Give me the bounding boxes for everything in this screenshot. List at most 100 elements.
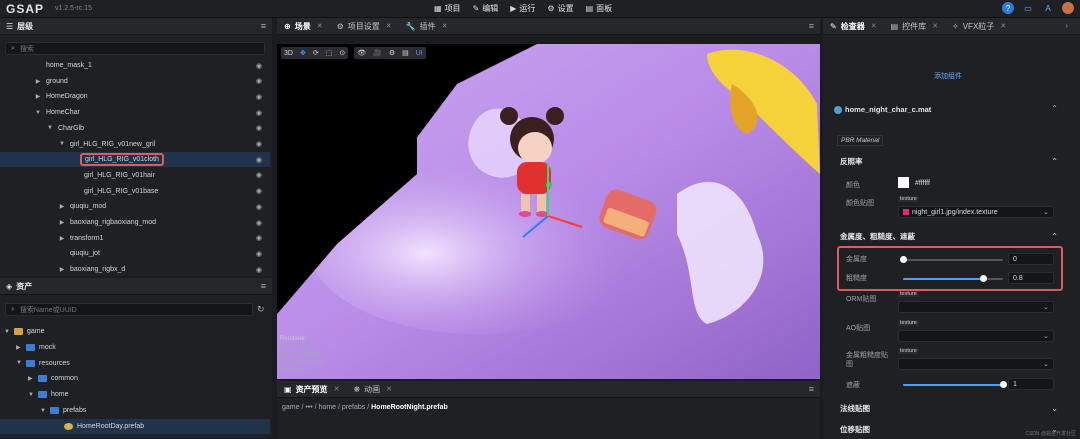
close-icon[interactable]: ✕ — [1000, 22, 1006, 30]
expand-arrow-icon[interactable]: ▼ — [46, 125, 54, 131]
crumb-ellipsis[interactable]: ••• — [305, 404, 312, 411]
rotate-tool-icon[interactable]: ⟳ — [313, 49, 319, 57]
expand-arrow-icon[interactable]: ▼ — [58, 141, 66, 147]
eye-icon[interactable]: ◉ — [256, 219, 262, 227]
section-normal-map[interactable]: 法线贴图 ⌄ — [823, 400, 1080, 417]
toggle-3d-button[interactable]: 3D — [284, 50, 293, 57]
hierarchy-row[interactable]: ▶ baoxiang_rigbx_d ◉ — [0, 262, 270, 277]
eye-icon[interactable]: ◉ — [256, 266, 262, 274]
gear-icon[interactable]: ⚙ — [389, 49, 395, 57]
expand-arrow-icon[interactable]: ▼ — [28, 392, 38, 398]
expand-arrow-icon[interactable]: ▶ — [16, 344, 26, 351]
hierarchy-row[interactable]: ▶ ground ◉ — [0, 74, 270, 89]
eye-icon[interactable]: ◉ — [256, 140, 262, 148]
expand-arrow-icon[interactable]: ▼ — [16, 360, 26, 366]
expand-arrow-icon[interactable]: ▶ — [58, 219, 66, 226]
eye-icon[interactable]: ◉ — [256, 234, 262, 242]
menu-run[interactable]: ▶ 运行 — [510, 3, 535, 14]
chevron-up-icon[interactable]: ⌃ — [1051, 104, 1058, 113]
eye-icon[interactable]: ◉ — [256, 203, 262, 211]
color-swatch[interactable] — [898, 177, 909, 188]
layout-icon[interactable]: ▤ — [402, 49, 409, 57]
hierarchy-row[interactable]: ▼ HomeChar ◉ — [0, 105, 270, 120]
crumb-prefabs[interactable]: prefabs — [342, 404, 365, 411]
section-metal-rough[interactable]: 金属度、粗糙度、遮蔽 ⌃ — [823, 228, 1080, 245]
crumb-game[interactable]: game — [282, 404, 300, 411]
eye-icon[interactable]: ◉ — [256, 187, 262, 195]
hierarchy-row[interactable]: ▼ CharGlb ◉ — [0, 121, 270, 136]
metalness-input[interactable]: 0 — [1008, 253, 1054, 265]
ui-toggle-button[interactable]: UI — [416, 50, 423, 57]
hierarchy-row[interactable]: girl_HLG_RIG_v01base ◉ — [0, 184, 270, 199]
asset-row[interactable]: ▶ mock — [0, 340, 270, 355]
eye-icon[interactable]: ◉ — [256, 124, 262, 132]
hierarchy-row[interactable]: qiuqiu_jot ◉ — [0, 246, 270, 261]
roughness-input[interactable]: 0.8 — [1008, 272, 1054, 284]
tab-inspector[interactable]: ✎ 检查器 ✕ — [823, 18, 884, 35]
assets-menu-icon[interactable]: ≡ — [261, 281, 266, 291]
eye-icon[interactable]: ◉ — [256, 156, 262, 164]
occlusion-input[interactable]: 1 — [1008, 378, 1054, 390]
tab-widget-library[interactable]: ▤ 控件库 ✕ — [884, 18, 945, 35]
help-icon[interactable]: ? — [1002, 2, 1014, 14]
hierarchy-row[interactable]: home_mask_1 ◉ — [0, 58, 270, 73]
section-diffuse[interactable]: 反照率 ⌃ — [823, 153, 1080, 170]
scene-viewport[interactable]: 3D ✥ ⟳ ⬚ ⊙ 👁 🎥 ⚙ ▤ UI Renderer objects: … — [277, 44, 820, 379]
expand-arrow-icon[interactable]: ▶ — [58, 203, 66, 210]
crumb-current[interactable]: HomeRootNight.prefab — [371, 404, 448, 411]
hierarchy-row[interactable]: ▶ HomeDragon ◉ — [0, 89, 270, 104]
eye-icon[interactable]: ◉ — [256, 93, 262, 101]
hierarchy-row[interactable]: girl_HLG_RIG_v01hair ◉ — [0, 168, 270, 183]
close-icon[interactable]: ✕ — [442, 22, 448, 30]
hierarchy-row[interactable]: ▼ girl_HLG_RIG_v01new_gril ◉ — [0, 137, 270, 152]
chat-icon[interactable]: ▭ — [1022, 2, 1034, 14]
expand-arrow-icon[interactable]: ▼ — [34, 110, 42, 116]
close-icon[interactable]: ✕ — [386, 385, 392, 393]
scene-menu-icon[interactable]: ≡ — [809, 21, 814, 31]
metal-rough-map-select[interactable]: ⌄ — [898, 358, 1054, 370]
asset-row[interactable]: ▶ common — [0, 371, 270, 386]
occlusion-slider[interactable] — [903, 381, 1007, 388]
tab-plugins[interactable]: 🔧 插件 ✕ — [399, 18, 455, 35]
crumb-home[interactable]: home — [319, 404, 337, 411]
move-tool-icon[interactable]: ✥ — [300, 49, 306, 57]
tab-animation[interactable]: ❋ 动画 ✕ — [346, 381, 399, 398]
refresh-icon[interactable]: ↻ — [257, 304, 265, 315]
menu-edit[interactable]: ✎ 编辑 — [473, 3, 499, 14]
translate-icon[interactable]: A — [1042, 2, 1054, 14]
close-icon[interactable]: ✕ — [871, 22, 877, 30]
expand-arrow-icon[interactable]: ▼ — [4, 329, 14, 335]
rect-tool-icon[interactable]: ⊙ — [339, 49, 345, 57]
occlusion-knob[interactable] — [999, 381, 1007, 388]
metalness-knob[interactable] — [899, 256, 907, 263]
eye-icon[interactable]: ◉ — [256, 77, 262, 85]
hierarchy-row[interactable]: ▶ qiuqiu_mod ◉ — [0, 199, 270, 214]
expand-arrow-icon[interactable]: ▶ — [58, 235, 66, 242]
menu-panel[interactable]: ▤ 面板 — [586, 3, 613, 14]
asset-row[interactable]: ▼ resources — [0, 356, 270, 371]
color-map-select[interactable]: night_girl1.jpg/index.texture ⌄ — [898, 206, 1054, 218]
eye-icon[interactable]: 👁 — [357, 49, 366, 57]
roughness-slider[interactable] — [903, 275, 1003, 282]
metalness-slider[interactable] — [899, 256, 1003, 263]
orm-map-select[interactable]: ⌄ — [898, 301, 1054, 313]
close-icon[interactable]: ✕ — [317, 22, 323, 30]
expand-arrow-icon[interactable]: ▶ — [58, 266, 66, 273]
scale-tool-icon[interactable]: ⬚ — [326, 49, 333, 57]
ao-map-select[interactable]: ⌄ — [898, 330, 1054, 342]
add-component-button[interactable]: 添加组件 — [934, 71, 962, 81]
eye-icon[interactable]: ◉ — [256, 62, 262, 70]
avatar[interactable] — [1062, 2, 1074, 14]
hierarchy-row[interactable]: ▶ baoxiang_rigbaoxiang_mod ◉ — [0, 215, 270, 230]
eye-icon[interactable]: ◉ — [256, 109, 262, 117]
hierarchy-menu-icon[interactable]: ≡ — [261, 21, 266, 31]
tab-project-settings[interactable]: ⚙ 项目设置 ✕ — [330, 18, 399, 35]
camera-icon[interactable]: 🎥 — [373, 49, 382, 57]
menu-project[interactable]: ▦ 项目 — [434, 3, 461, 14]
tab-asset-preview[interactable]: ▣ 资产预览 ✕ — [277, 381, 346, 398]
hierarchy-row[interactable]: girl_HLG_RIG_v01cloth ◉ — [0, 152, 270, 168]
expand-arrow-icon[interactable]: ▼ — [40, 408, 50, 414]
close-icon[interactable]: ✕ — [334, 385, 340, 393]
close-icon[interactable]: ✕ — [386, 22, 392, 30]
chevron-right-icon[interactable]: › — [1065, 21, 1068, 30]
